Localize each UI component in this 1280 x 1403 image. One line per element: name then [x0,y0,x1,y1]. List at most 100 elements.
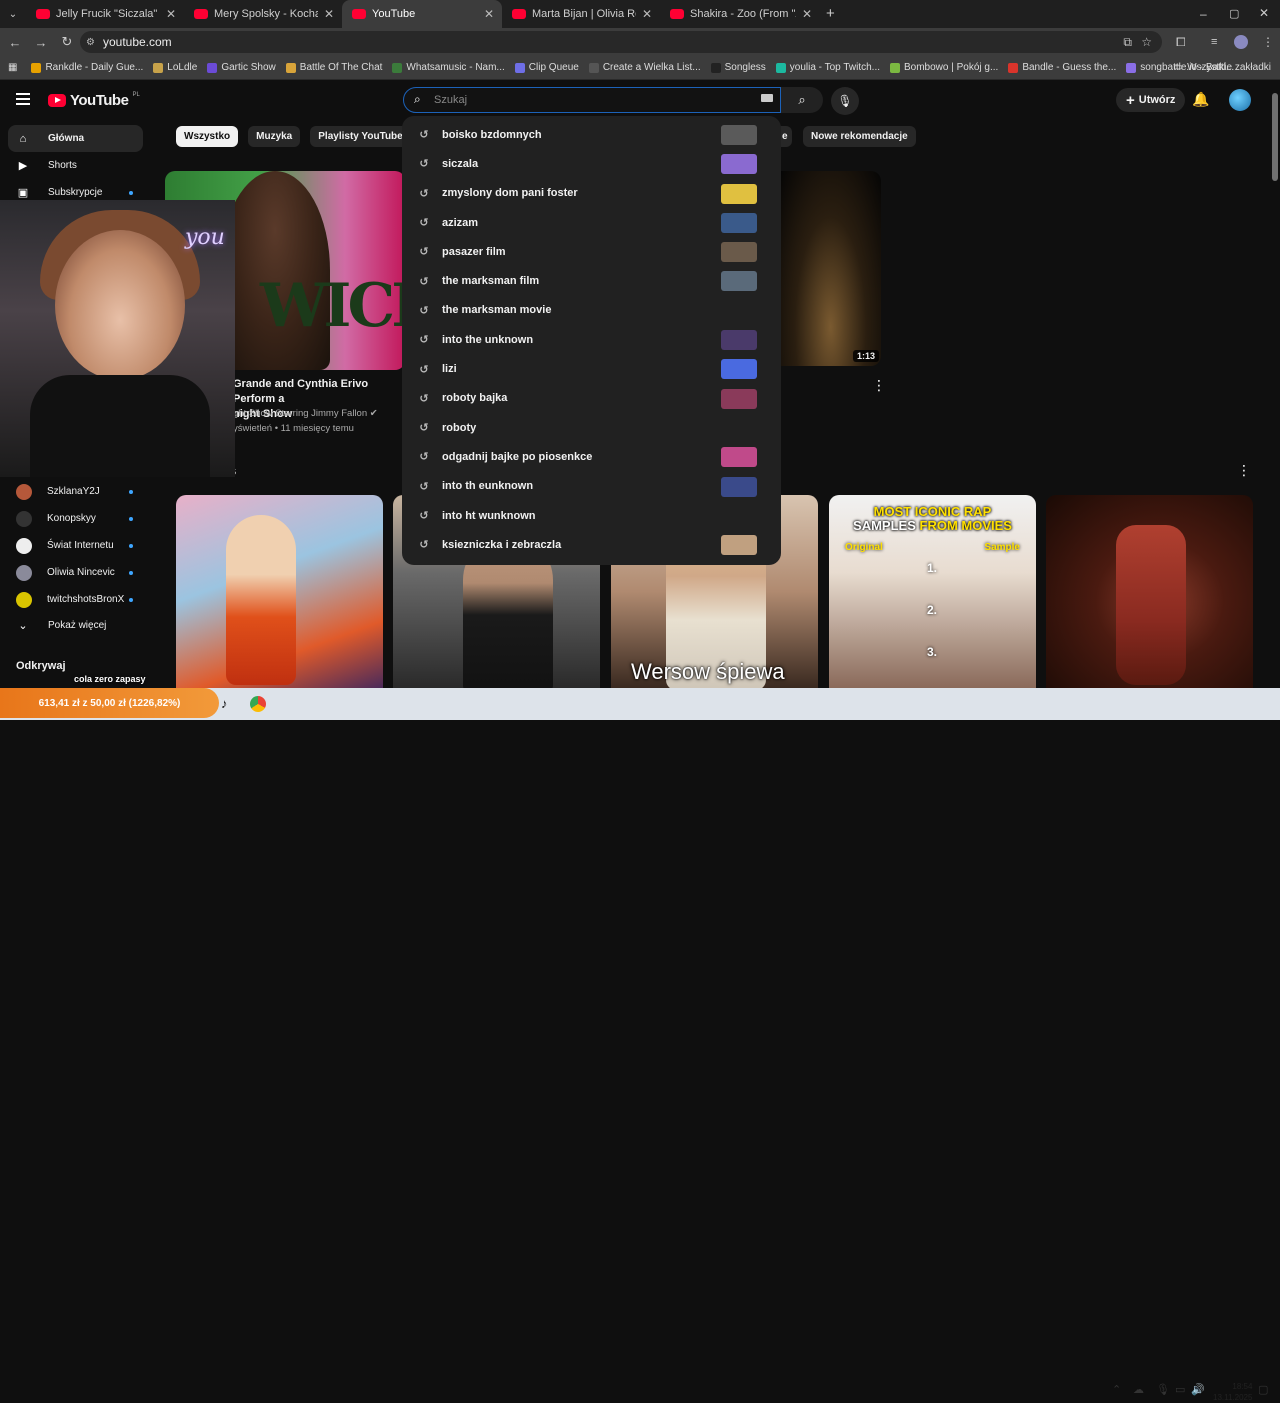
short-card-1[interactable] [176,495,383,688]
tab-search-button[interactable]: ⌄ [0,0,26,28]
youtube-logo[interactable]: YouTube PL [48,92,140,109]
maximize-button[interactable]: ▢ [1229,7,1239,20]
bookmark-item[interactable]: Bandle - Guess the... [1008,62,1116,73]
tiktok-icon[interactable]: ♪ [221,696,228,711]
apps-grid-icon[interactable]: ▦ [8,62,17,73]
media-controls-icon[interactable]: ≡ [1211,36,1217,48]
bookmark-item[interactable]: Whatsamusic - Nam... [392,62,505,73]
minimize-button[interactable]: – [1200,7,1207,21]
bookmark-item[interactable]: youlia - Top Twitch... [775,62,880,73]
bookmark-item[interactable]: Create a Wielka List... [588,62,701,73]
close-tab-icon[interactable]: ✕ [802,7,812,21]
search-suggestion[interactable]: ↺ pasazer film [402,237,781,266]
menu-icon[interactable]: ⋮ [1262,35,1274,49]
search-suggestion[interactable]: ↺ azizam [402,208,781,237]
voice-search-button[interactable]: 🎙 [831,87,859,115]
search-suggestion[interactable]: ↺ siczala [402,149,781,178]
chip-all[interactable]: Wszystko [176,126,239,147]
history-icon: ↺ [419,129,429,142]
reload-button[interactable]: ↻ [54,34,80,50]
sidebar-channel[interactable]: Świat Internetu [8,532,143,559]
close-tab-icon[interactable]: ✕ [484,7,494,21]
search-suggestion[interactable]: ↺ zmyslony dom pani foster [402,179,781,208]
back-button[interactable]: ← [2,35,28,50]
bookmark-item[interactable]: Rankdle - Daily Gue... [31,62,143,73]
all-bookmarks[interactable]: ▭ Wszystkie zakładki [1174,62,1271,73]
search-suggestion[interactable]: ↺ the marksman movie [402,296,781,325]
chip-music[interactable]: Muzyka [248,126,301,147]
bookmark-star-icon[interactable]: ☆ [1141,35,1152,49]
browser-tab[interactable]: Mery Spolsky - Kocham Polskę ✕ [184,0,342,28]
browser-tab[interactable]: Jelly Frucik "Siczala" (Official Vi ✕ [26,0,184,28]
search-input[interactable] [434,92,754,108]
sidebar-channel[interactable]: SzklanaY2J [8,478,143,505]
short-card-4[interactable]: MOST ICONIC RAP SAMPLES FROM MOVIES Orig… [829,495,1036,688]
cloud-icon[interactable]: ☁ [1133,1383,1144,1396]
show-more-label: Pokaż więcej [48,620,107,631]
extensions-icon[interactable]: ⧠ [1176,35,1186,50]
bookmark-item[interactable]: LoLdle [153,62,197,73]
site-info-icon[interactable]: ⚙ [86,37,95,48]
search-suggestion[interactable]: ↺ into ht wunknown [402,501,781,530]
sidebar-channel[interactable]: Konopskyy [8,505,143,532]
notifications-icon[interactable]: ▢ [1258,1383,1268,1396]
keyboard-icon[interactable] [761,94,773,102]
close-tab-icon[interactable]: ✕ [324,7,334,21]
close-tab-icon[interactable]: ✕ [166,7,176,21]
featured-channel[interactable]: ght Show Starring Jimmy Fallon ✔ [233,408,378,419]
close-window-button[interactable]: ✕ [1259,6,1269,20]
address-bar[interactable]: ⚙ youtube.com ⧉ ☆ [80,31,1162,53]
search-box[interactable]: ⌕ [403,87,781,113]
search-suggestion[interactable]: ↺ ksiezniczka i zebraczla [402,530,781,559]
sidebar-channel[interactable]: Oliwia Nincevic [8,559,143,586]
search-suggestion[interactable]: ↺ into th eunknown [402,472,781,501]
suggestion-thumbnail [721,535,757,556]
install-icon[interactable]: ⧉ [1123,35,1132,50]
short-card-5[interactable] [1046,495,1253,688]
mic-tray-icon[interactable]: 🎙 [1156,1383,1170,1396]
donation-goal-label: cola zero zapasy [74,674,146,684]
show-more-button[interactable]: ⌄ Pokaż więcej [8,612,143,639]
search-suggestion[interactable]: ↺ roboty bajka [402,384,781,413]
network-icon[interactable]: ▭ [1175,1383,1185,1396]
suggestion-thumbnail [721,330,757,351]
bookmark-item[interactable]: Clip Queue [514,62,579,73]
bookmark-item[interactable]: Gartic Show [207,62,276,73]
bookmark-item[interactable]: Songless [710,62,766,73]
forward-button[interactable]: → [28,35,54,50]
sidebar-channel[interactable]: twitchshotsBronX [8,586,143,613]
browser-tab[interactable]: YouTube ✕ [342,0,502,28]
page-scrollbar[interactable] [1270,81,1280,688]
bookmark-item[interactable]: Battle Of The Chat [285,62,382,73]
tray-chevron-icon[interactable]: ⌃ [1112,1383,1121,1396]
bookmark-item[interactable]: Bombowo | Pokój g... [890,62,998,73]
search-suggestion[interactable]: ↺ into the unknown [402,325,781,354]
sidebar-item-home[interactable]: ⌂ Główna [8,125,143,152]
search-suggestion[interactable]: ↺ the marksman film [402,266,781,295]
system-clock[interactable]: 18:54 13.11.2025 [1213,1381,1252,1403]
close-tab-icon[interactable]: ✕ [642,7,652,21]
create-label: Utwórz [1138,94,1176,106]
search-suggestion[interactable]: ↺ odgadnij bajke po piosenkce [402,442,781,471]
search-suggestion[interactable]: ↺ roboty [402,413,781,442]
search-suggestion[interactable]: ↺ boisko bzdomnych [402,120,781,149]
hamburger-menu-icon[interactable] [16,93,30,105]
create-button[interactable]: + Utwórz [1116,88,1186,112]
account-avatar[interactable] [1229,89,1251,111]
scrollbar-thumb[interactable] [1272,93,1278,181]
video-options-icon[interactable]: ⋮ [872,377,886,394]
browser-tab[interactable]: Shakira - Zoo (From "Zootopia ✕ [660,0,820,28]
profile-avatar[interactable] [1234,35,1248,49]
volume-icon[interactable]: 🔊 [1191,1383,1205,1396]
new-tab-button[interactable]: + [826,0,835,28]
shelf-options-icon[interactable]: ⋮ [1237,462,1251,479]
search-button-icon: ⌕ [798,92,806,107]
search-button[interactable]: ⌕ [781,87,823,113]
chip-new-recommendations[interactable]: Nowe rekomendacje [803,126,916,147]
video-thumbnail-concert[interactable] [780,171,881,366]
search-suggestion[interactable]: ↺ lizi [402,354,781,383]
notifications-bell-icon[interactable]: 🔔 [1192,91,1209,108]
browser-taskbar-icon[interactable] [250,696,266,712]
sidebar-item-shorts[interactable]: ▶ Shorts [8,152,143,179]
browser-tab[interactable]: Marta Bijan | Olivia Rodrigo "Tr ✕ [502,0,660,28]
